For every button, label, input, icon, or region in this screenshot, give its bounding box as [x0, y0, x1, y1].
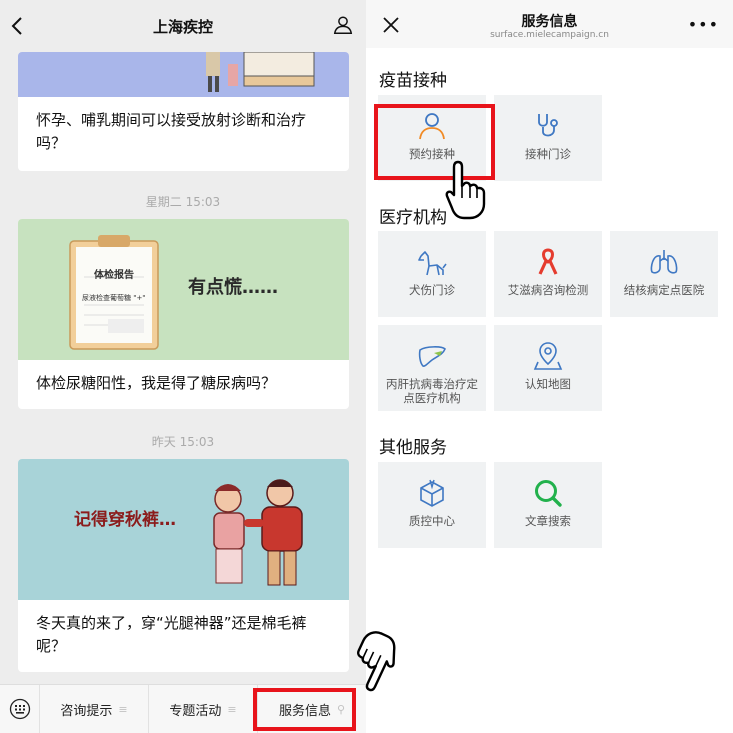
lungs-icon: [647, 245, 681, 279]
section-title: 其他服务: [379, 438, 447, 458]
tile-map[interactable]: 认知地图: [494, 325, 602, 411]
page-header: 服务信息 surface.mielecampaign.cn •••: [366, 0, 733, 48]
illustration: [206, 52, 315, 92]
article-card[interactable]: 体检报告 尿液检查葡萄糖 "+" 有点慌…… 体检尿糖阳性，我是得了糖尿病吗？: [18, 219, 349, 409]
tile-label: 丙肝抗病毒治疗定点医疗机构: [386, 377, 478, 405]
list-icon: ≡: [227, 702, 237, 716]
menu-consult-tips[interactable]: 咨询提示 ≡: [40, 684, 149, 733]
article-card[interactable]: 记得穿秋裤… 冬天真的来了，穿“光腿神器”还是棉毛裤呢？: [18, 459, 349, 672]
article-title: 怀孕、哺乳期间可以接受放射诊断和治疗吗？: [36, 111, 307, 152]
pointer-hand-icon: [445, 160, 486, 220]
article-card[interactable]: 怀孕、哺乳期间可以接受放射诊断和治疗吗？: [18, 52, 349, 171]
doc-line: 尿液检查葡萄糖 "+": [82, 294, 146, 302]
article-image: [18, 52, 349, 97]
article-title: 体检尿糖阳性，我是得了糖尿病吗？: [36, 374, 277, 392]
ribbon-icon: [531, 245, 565, 279]
article-image: 体检报告 尿液检查葡萄糖 "+" 有点慌……: [18, 219, 349, 360]
tile-tb-hospital[interactable]: 结核病定点医院: [610, 231, 718, 317]
menu-label: 专题活动: [169, 703, 222, 719]
pointer-hand-icon: [357, 631, 396, 692]
article-title: 冬天真的来了，穿“光腿神器”还是棉毛裤呢？: [36, 614, 307, 655]
box-icon: [415, 476, 449, 510]
tile-hiv-testing[interactable]: 艾滋病咨询检测: [494, 231, 602, 317]
tile-label: 接种门诊: [525, 147, 571, 161]
menu-special-events[interactable]: 专题活动 ≡: [149, 684, 258, 733]
menu-label: 咨询提示: [60, 703, 113, 719]
tile-label: 文章搜索: [525, 514, 571, 528]
dog-icon: [415, 245, 449, 279]
chat-header: 上海疾控: [0, 0, 366, 52]
tile-quality-center[interactable]: 质控中心: [378, 462, 486, 548]
tile-label: 犬伤门诊: [409, 283, 455, 297]
timestamp: 星期二 15:03: [145, 195, 221, 209]
tile-label: 艾滋病咨询检测: [507, 283, 589, 297]
highlight-box: [253, 688, 356, 731]
page-title: 服务信息: [521, 14, 578, 30]
chat-title: 上海疾控: [152, 17, 213, 36]
tile-article-search[interactable]: 文章搜索: [494, 462, 602, 548]
people-illustration: [213, 479, 303, 586]
stethoscope-icon: [531, 109, 565, 143]
liver-icon: [415, 339, 449, 373]
tile-label: 认知地图: [525, 377, 571, 391]
more-icon[interactable]: •••: [688, 17, 719, 33]
screen: 上海疾控 怀孕、哺乳期间可以接受放射诊断和治疗吗？ 星期二 15:03 体检报告…: [0, 0, 733, 733]
tile-label: 结核病定点医院: [623, 283, 705, 297]
tile-hepc-treatment[interactable]: 丙肝抗病毒治疗定点医疗机构: [378, 325, 486, 411]
timestamp: 昨天 15:03: [151, 435, 215, 449]
clipboard-illustration: [69, 235, 159, 350]
search-icon: [531, 476, 565, 510]
service-pane: 服务信息 surface.mielecampaign.cn ••• 疫苗接种 预…: [366, 0, 733, 733]
keyboard-icon[interactable]: [0, 684, 40, 733]
back-icon[interactable]: [6, 14, 30, 38]
chat-pane: 上海疾控 怀孕、哺乳期间可以接受放射诊断和治疗吗？ 星期二 15:03 体检报告…: [0, 0, 366, 733]
map-pin-icon: [531, 339, 565, 373]
list-icon: ≡: [118, 702, 128, 716]
tile-vaccination-clinic[interactable]: 接种门诊: [494, 95, 602, 181]
tile-label: 质控中心: [409, 514, 455, 528]
profile-icon[interactable]: [332, 14, 354, 36]
tile-dog-bite-clinic[interactable]: 犬伤门诊: [378, 231, 486, 317]
image-caption: 有点慌……: [188, 277, 278, 298]
page-url: surface.mielecampaign.cn: [490, 30, 609, 40]
article-image: 记得穿秋裤…: [18, 459, 349, 600]
section-title: 疫苗接种: [379, 71, 447, 91]
doc-title: 体检报告: [94, 270, 134, 281]
section-title: 医疗机构: [379, 208, 447, 228]
